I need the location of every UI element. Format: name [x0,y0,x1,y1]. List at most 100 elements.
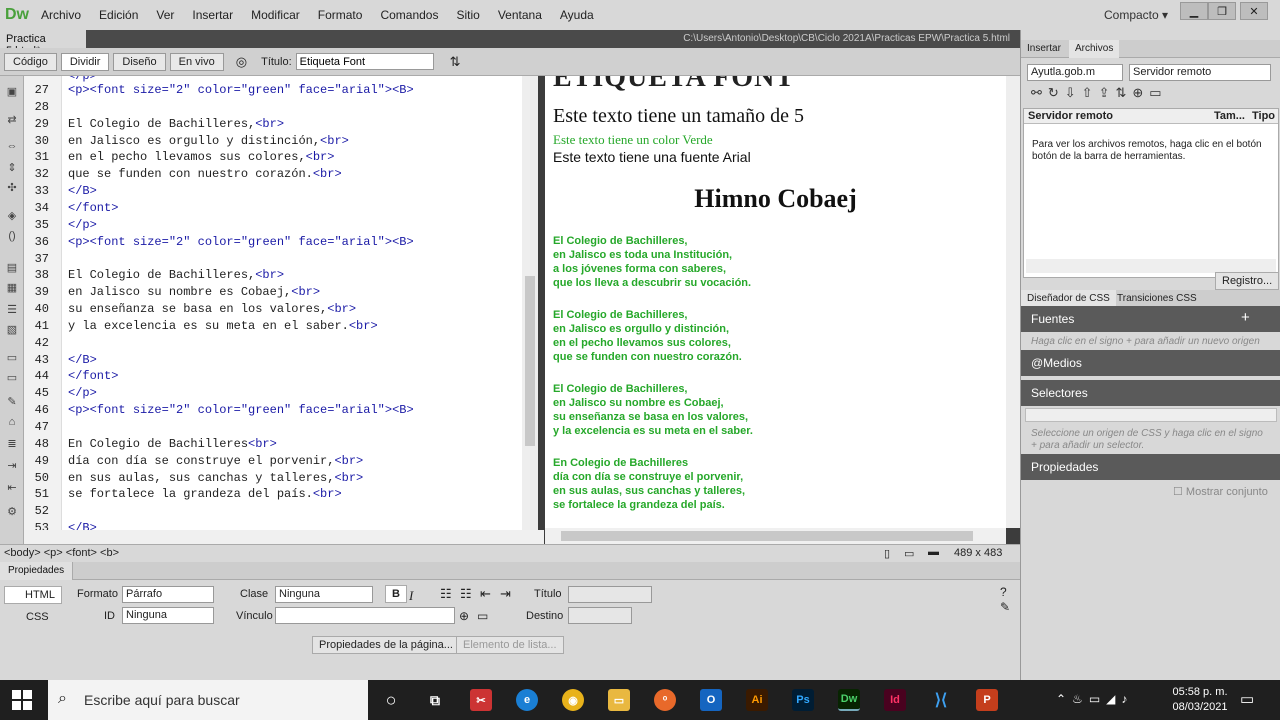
powerpoint-icon[interactable]: P [976,689,998,711]
browser-preview-icon[interactable]: ◎ [236,54,247,70]
balance-braces-icon[interactable]: () [5,230,19,242]
highlight-invalid-icon[interactable]: ▦ [5,282,19,294]
design-vertical-scrollbar[interactable] [1006,76,1020,528]
properties-tab[interactable]: Propiedades [0,562,74,580]
close-button[interactable]: ✕ [1240,2,1268,20]
format-select[interactable]: Párrafo [122,586,214,603]
workspace-switcher[interactable]: Compacto ▾ [1104,8,1168,22]
expand-all-icon[interactable]: ✣ [5,182,19,194]
task-view-icon[interactable]: ⧉ [424,689,446,711]
indent-icon[interactable]: ⇥ [5,460,19,472]
vscode-icon[interactable]: ⟩⟨ [930,689,952,711]
open-documents-icon[interactable]: ▣ [5,86,19,98]
ordered-list-icon[interactable]: ☷ [460,586,472,602]
menu-comandos[interactable]: Comandos [371,8,447,22]
restore-button[interactable]: ❐ [1208,2,1236,20]
menu-formato[interactable]: Formato [309,8,372,22]
propiedades-section[interactable]: Propiedades [1021,454,1280,480]
word-wrap-icon[interactable]: ☰ [5,304,19,316]
col-remote-server[interactable]: Servidor remoto [1028,110,1113,122]
code-horizontal-scrollbar[interactable] [24,530,544,544]
file-management-icon[interactable]: ⇄ [5,114,19,126]
select-parent-tag-icon[interactable]: ◈ [5,210,19,222]
snipping-app-icon[interactable]: ✂ [470,689,492,711]
css-mode-button[interactable]: CSS [26,611,49,623]
photoshop-icon[interactable]: Ps [792,689,814,711]
browse-folder-icon[interactable]: ▭ [477,609,488,623]
menu-ver[interactable]: Ver [147,8,183,22]
move-css-icon[interactable]: ≣ [5,438,19,450]
title-input[interactable] [295,53,434,70]
class-select[interactable]: Ninguna [275,586,373,603]
notifications-icon[interactable]: ▭ [1240,690,1254,708]
chrome-icon[interactable]: ◉ [562,689,584,711]
bold-button[interactable]: B [385,585,407,603]
menu-sitio[interactable]: Sitio [447,8,488,22]
wrap-tag-icon[interactable]: ✎ [5,396,19,408]
windows-start-icon[interactable] [12,690,32,710]
collapse-tag-icon[interactable]: ⇔ [5,140,19,152]
indesign-icon[interactable]: Id [884,689,906,711]
fuentes-section[interactable]: Fuentes + [1021,306,1280,332]
indent-icon[interactable]: ⇥ [500,586,511,602]
point-to-file-icon[interactable]: ⊕ [459,609,469,623]
minimize-button[interactable]: ▁ [1180,2,1208,20]
line-numbers-icon[interactable]: ▤ [5,262,19,274]
help-icon[interactable]: ? [1000,585,1007,599]
title-attr-input[interactable] [568,586,652,603]
tag-selector[interactable]: <body> <p> <font> <b> [4,547,119,559]
tablet-size-icon[interactable]: ▭ [904,547,914,560]
apply-comment-icon[interactable]: ▭ [5,352,19,364]
mobile-size-icon[interactable]: ▯ [884,547,890,560]
live-view-button[interactable]: En vivo [169,52,224,71]
files-toolbar-icons[interactable]: ⚯↻⇩⇧⇪⇅⊕▭ [1031,85,1168,101]
syntax-color-icon[interactable]: ▧ [5,324,19,336]
firefox-icon[interactable]: ᵒ [654,689,676,711]
target-select[interactable] [568,607,632,624]
edge-icon[interactable]: e [516,689,538,711]
selector-filter-input[interactable] [1025,408,1277,422]
add-source-icon[interactable]: + [1241,309,1250,326]
system-tray-icons[interactable]: ⌃♨▭◢♪ [1056,692,1133,706]
illustrator-icon[interactable]: Ai [746,689,768,711]
code-scroll-thumb[interactable] [525,276,535,446]
medios-section[interactable]: @Medios [1021,350,1280,376]
quick-tag-editor-icon[interactable]: ✎ [1000,600,1010,614]
recent-snippets-icon[interactable]: ⌂ [5,416,19,428]
files-panel-tab[interactable]: Archivos [1069,40,1120,58]
format-source-icon[interactable]: ⚙ [5,506,19,518]
show-set-checkbox[interactable]: ☐ Mostrar conjunto [1173,485,1268,498]
html-mode-button[interactable]: HTML [4,586,62,604]
server-view-select[interactable]: Servidor remoto [1129,64,1271,81]
col-size[interactable]: Tam... [1214,110,1245,122]
unordered-list-icon[interactable]: ☷ [440,586,452,602]
code-view-button[interactable]: Código [4,52,57,71]
link-input[interactable] [275,607,455,624]
outdent-icon[interactable]: ⇤ [5,482,19,494]
list-item-button[interactable]: Elemento de lista... [456,636,564,654]
taskbar-clock[interactable]: 05:58 p. m. 08/03/2021 [1170,685,1230,715]
page-properties-button[interactable]: Propiedades de la página... [312,636,460,654]
collapse-selection-icon[interactable]: ⇕ [5,162,19,174]
window-size[interactable]: 489 x 483 [954,547,1002,559]
menu-ayuda[interactable]: Ayuda [551,8,603,22]
validate-icon[interactable]: ⇅ [450,54,461,70]
remove-comment-icon[interactable]: ▭ [5,372,19,384]
design-horizontal-scrollbar[interactable] [545,528,1006,544]
registro-button[interactable]: Registro... [1215,272,1280,290]
file-explorer-icon[interactable]: ▭ [608,689,630,711]
menu-ventana[interactable]: Ventana [489,8,551,22]
menu-edicion[interactable]: Edición [90,8,147,22]
outdent-icon[interactable]: ⇤ [480,586,491,602]
code-vertical-scrollbar[interactable] [522,76,538,530]
menu-archivo[interactable]: Archivo [32,8,90,22]
col-type[interactable]: Tipo [1252,110,1275,122]
insert-panel-tab[interactable]: Insertar [1021,40,1067,58]
menu-modificar[interactable]: Modificar [242,8,309,22]
menu-insertar[interactable]: Insertar [183,8,242,22]
selectores-section[interactable]: Selectores [1021,380,1280,406]
site-select[interactable]: Ayutla.gob.m [1027,64,1123,81]
code-view[interactable]: 27 28 29 30 31 32 33 34 35 36 37 38 39 40 41 42 43 44 45 46… [24,76,538,530]
cortana-icon[interactable]: ○ [380,689,402,711]
design-scroll-thumb[interactable] [561,531,973,541]
